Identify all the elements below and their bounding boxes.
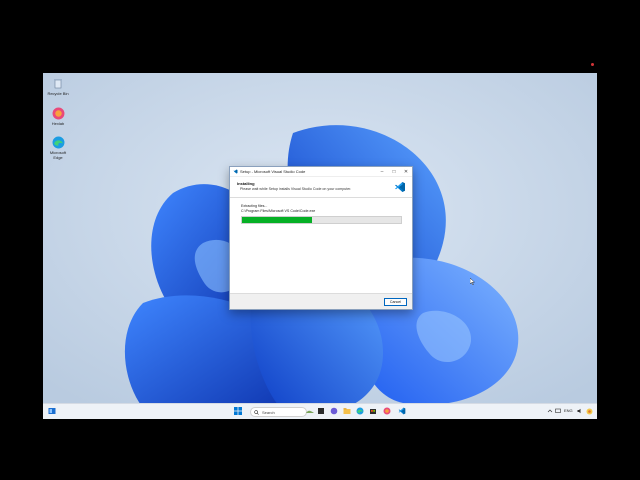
desktop-icon-label: Hexlab (51, 121, 65, 126)
network-icon[interactable] (554, 407, 562, 415)
hexlab-taskbar-icon[interactable] (383, 407, 391, 415)
vscode-taskbar-icon[interactable] (398, 407, 406, 415)
edge-icon (51, 135, 65, 149)
page-heading: Installing (237, 181, 255, 186)
file-explorer-icon[interactable] (343, 407, 351, 415)
dialog-title: Setup - Microsoft Visual Studio Code (240, 169, 306, 174)
dialog-titlebar[interactable]: Setup - Microsoft Visual Studio Code – □… (230, 167, 412, 177)
tray-chevron-icon[interactable] (546, 407, 554, 415)
page-subheading: Please wait while Setup installs Visual … (240, 187, 352, 191)
start-button-icon[interactable] (234, 407, 242, 415)
search-placeholder: Search (262, 409, 275, 415)
notification-icon[interactable] (585, 407, 593, 415)
vscode-small-icon (233, 169, 238, 174)
hexlab-icon (51, 106, 65, 120)
store-icon[interactable] (369, 407, 377, 415)
minimize-button[interactable]: – (376, 167, 388, 176)
search-icon (254, 409, 259, 415)
desktop-icon-edge[interactable]: Microsoft Edge (43, 135, 73, 160)
mouse-cursor-icon (470, 278, 475, 285)
install-progress-bar (241, 216, 402, 224)
status-text: Extracting files... (241, 204, 268, 208)
dialog-header: Installing Please wait while Setup insta… (230, 177, 412, 198)
dialog-body: Extracting files... C:\Program Files\Mic… (230, 198, 412, 293)
edge-taskbar-icon[interactable] (356, 407, 364, 415)
desktop-icon-hexlab[interactable]: Hexlab (43, 106, 73, 126)
cancel-button[interactable]: Cancel (384, 298, 407, 306)
maximize-button[interactable]: □ (388, 167, 400, 176)
recording-indicator (591, 63, 594, 66)
task-view-icon[interactable] (306, 407, 314, 415)
taskbar-search-box[interactable]: Search (250, 407, 307, 417)
recycle-bin-icon (51, 76, 65, 90)
terminal-icon[interactable] (317, 407, 325, 415)
progress-fill (242, 217, 312, 223)
file-path-text: C:\Program Files\Microsoft VS Code\Code.… (241, 209, 316, 213)
desktop-icon-label: Microsoft Edge (49, 150, 67, 160)
tray-language[interactable]: ENG (564, 408, 573, 413)
close-button[interactable]: ✕ (400, 167, 412, 176)
desktop-screen: Recycle Bin Hexlab Microsoft Edge Setup … (43, 73, 597, 419)
desktop-icon-label: Recycle Bin (47, 91, 69, 96)
chat-icon[interactable] (330, 407, 338, 415)
desktop-icon-recycle-bin[interactable]: Recycle Bin (43, 76, 73, 96)
dialog-footer: Cancel (230, 293, 412, 309)
vscode-logo-icon (395, 182, 405, 192)
taskbar: Search ENG (43, 403, 597, 419)
setup-dialog: Setup - Microsoft Visual Studio Code – □… (229, 166, 413, 310)
widgets-icon[interactable] (48, 407, 56, 415)
volume-icon[interactable] (576, 407, 584, 415)
